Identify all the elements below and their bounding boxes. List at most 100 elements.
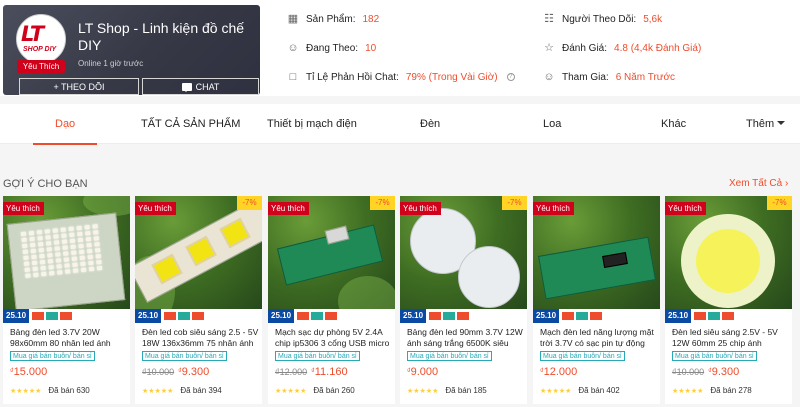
- tab-speakers[interactable]: Loa: [543, 104, 561, 144]
- shop-avatar[interactable]: LT SHOP DIY: [16, 14, 66, 64]
- product-image[interactable]: Yêu thích 25.10: [533, 196, 660, 323]
- tab-circuit-devices[interactable]: Thiết bị mạch điện: [267, 104, 357, 144]
- product-name[interactable]: Đèn led siêu sáng 2.5V - 5V 12W 60mm 25 …: [672, 327, 789, 349]
- promo-strip: 25.10: [400, 309, 527, 323]
- stat-label: Tham Gia:: [562, 71, 609, 83]
- stat-label: Tỉ Lệ Phản Hồi Chat:: [306, 71, 399, 83]
- chat-icon: [181, 82, 192, 92]
- price-row: ₫12.000: [540, 366, 577, 378]
- stat-followers: ☷ Người Theo Dõi: 5,6k: [543, 13, 662, 25]
- shop-header: LT SHOP DIY Yêu Thích LT Shop - Linh kiệ…: [0, 0, 800, 96]
- stat-rating: ☆ Đánh Giá: 4.8 (4,4k Đánh Giá): [543, 42, 701, 54]
- tab-more-label: Thêm: [746, 118, 775, 130]
- favorite-tag: Yêu thích: [400, 202, 441, 215]
- store-icon: ▦: [287, 13, 299, 25]
- voucher-icon: [457, 312, 470, 320]
- freeship-icon: [32, 312, 45, 320]
- star-rating-icon: ★★★★★: [407, 387, 439, 395]
- voucher-icon: [325, 312, 338, 320]
- see-all-label: Xem Tất Cả: [729, 178, 783, 189]
- rating-row: ★★★★★ Đã bán 260: [275, 386, 355, 395]
- joined-user-icon: ☺: [543, 71, 555, 83]
- product-name[interactable]: Bảng đèn led 3.7V 20W 98x60mm 80 nhân le…: [10, 327, 127, 349]
- star-rating-icon: ★★★★★: [275, 387, 307, 395]
- wholesale-tag: Mua giá bán buôn/ bán sỉ: [275, 351, 360, 361]
- product-card[interactable]: Yêu thích -7% 25.10 Mạch sạc dự phòng 5V…: [268, 196, 395, 404]
- product-name[interactable]: Đèn led cob siêu sáng 2.5 - 5V 18W 136x3…: [142, 327, 259, 349]
- product-card[interactable]: Yêu thích -7% 25.10 Đèn led cob siêu sán…: [135, 196, 262, 404]
- product-card[interactable]: Yêu thích -7% 25.10 Bảng đèn led 90mm 3.…: [400, 196, 527, 404]
- promo-strip: 25.10: [533, 309, 660, 323]
- favorite-badge: Yêu Thích: [17, 60, 65, 73]
- stat-label: Đánh Giá:: [562, 42, 608, 54]
- help-icon[interactable]: ?: [506, 73, 515, 81]
- stat-value: 182: [362, 13, 380, 25]
- chat-bubble-icon: □: [289, 71, 297, 83]
- wholesale-tag: Mua giá bán buôn/ bán sỉ: [672, 351, 757, 361]
- chat-button[interactable]: CHAT: [142, 78, 259, 95]
- promo-date: 25.10: [135, 309, 162, 323]
- discount-badge: -7%: [237, 196, 262, 210]
- price-row: ₫15.000: [10, 366, 47, 378]
- tab-lights[interactable]: Đèn: [420, 104, 440, 144]
- product-image[interactable]: Yêu thích -7% 25.10: [268, 196, 395, 323]
- favorite-tag: Yêu thích: [3, 202, 44, 215]
- see-all-link[interactable]: Xem Tất Cả ›: [729, 178, 788, 189]
- wholesale-tag: Mua giá bán buôn/ bán sỉ: [142, 351, 227, 361]
- shop-logo: LT: [21, 22, 44, 46]
- stat-value: 4.8 (4,4k Đánh Giá): [614, 42, 702, 54]
- price-value: 15.000: [13, 366, 48, 378]
- price: ₫11.160: [311, 366, 347, 378]
- old-price: ₫10.000: [142, 367, 175, 377]
- price-value: 11.160: [314, 366, 348, 378]
- voucher-icon: [722, 312, 735, 320]
- tab-more[interactable]: Thêm: [746, 104, 786, 144]
- stat-value: 10: [365, 42, 377, 54]
- promo-date: 25.10: [400, 309, 427, 323]
- star-rating-icon: ★★★★★: [10, 387, 42, 395]
- product-image[interactable]: Yêu thích 25.10: [3, 196, 130, 323]
- promo-strip: 25.10: [135, 309, 262, 323]
- stat-following: ☺ Đang Theo: 10: [287, 42, 376, 54]
- sold-count: Đã bán 278: [710, 386, 752, 395]
- favorite-tag: Yêu thích: [268, 202, 309, 215]
- star-icon: ☆: [544, 42, 554, 54]
- stat-label: Đang Theo:: [306, 42, 359, 54]
- mall-icon: [46, 312, 59, 320]
- product-image[interactable]: Yêu thích -7% 25.10: [135, 196, 262, 323]
- price-row: ₫10.000 ₫9.300: [142, 366, 209, 378]
- led-disk: [458, 246, 520, 308]
- price: ₫9.000: [407, 366, 438, 378]
- product-name[interactable]: Mạch đèn led năng lượng mặt trời 3.7V có…: [540, 327, 657, 349]
- shop-tabs: Dạo TẤT CẢ SẢN PHẨM Thiết bị mạch điện Đ…: [0, 104, 800, 145]
- product-image[interactable]: Yêu thích -7% 25.10: [665, 196, 792, 323]
- price-row: ₫10.000 ₫9.300: [672, 366, 739, 378]
- old-price: ₫10.000: [672, 367, 705, 377]
- tab-all-products[interactable]: TẤT CẢ SẢN PHẨM: [141, 104, 240, 144]
- product-name[interactable]: Mạch sạc dự phòng 5V 2.4A chip ip5306 3 …: [275, 327, 392, 349]
- sold-count: Đã bán 260: [313, 386, 355, 395]
- shop-name: LT Shop - Linh kiện đồ chế DIY: [78, 20, 245, 53]
- shop-logo-sub: SHOP DIY: [23, 46, 57, 53]
- product-image[interactable]: Yêu thích -7% 25.10: [400, 196, 527, 323]
- star-rating-icon: ★★★★★: [142, 387, 174, 395]
- section-title: GỢI Ý CHO BẠN: [3, 178, 88, 190]
- product-name[interactable]: Bảng đèn led 90mm 3.7V 12W ánh sáng trắn…: [407, 327, 524, 349]
- led-grid: [20, 224, 103, 278]
- product-card[interactable]: Yêu thích 25.10 Bảng đèn led 3.7V 20W 98…: [3, 196, 130, 404]
- chat-label: CHAT: [195, 81, 220, 92]
- discount-badge: -7%: [767, 196, 792, 210]
- follow-label: + THEO DÕI: [53, 81, 105, 92]
- sold-count: Đã bán 394: [180, 386, 222, 395]
- mall-icon: [311, 312, 324, 320]
- stat-joined: ☺ Tham Gia: 6 Năm Trước: [543, 71, 675, 83]
- stat-chat-rate: □ Tỉ Lệ Phản Hồi Chat: 79% (Trong Vài Gi…: [287, 71, 515, 83]
- tab-other[interactable]: Khác: [661, 104, 686, 144]
- tab-dao[interactable]: Dạo: [32, 104, 98, 145]
- promo-strip: 25.10: [268, 309, 395, 323]
- product-card[interactable]: Yêu thích -7% 25.10 Đèn led siêu sáng 2.…: [665, 196, 792, 404]
- wholesale-tag: Mua giá bán buôn/ bán sỉ: [407, 351, 492, 361]
- follow-button[interactable]: + THEO DÕI: [19, 78, 139, 95]
- discount-badge: -7%: [370, 196, 395, 210]
- product-card[interactable]: Yêu thích 25.10 Mạch đèn led năng lượng …: [533, 196, 660, 404]
